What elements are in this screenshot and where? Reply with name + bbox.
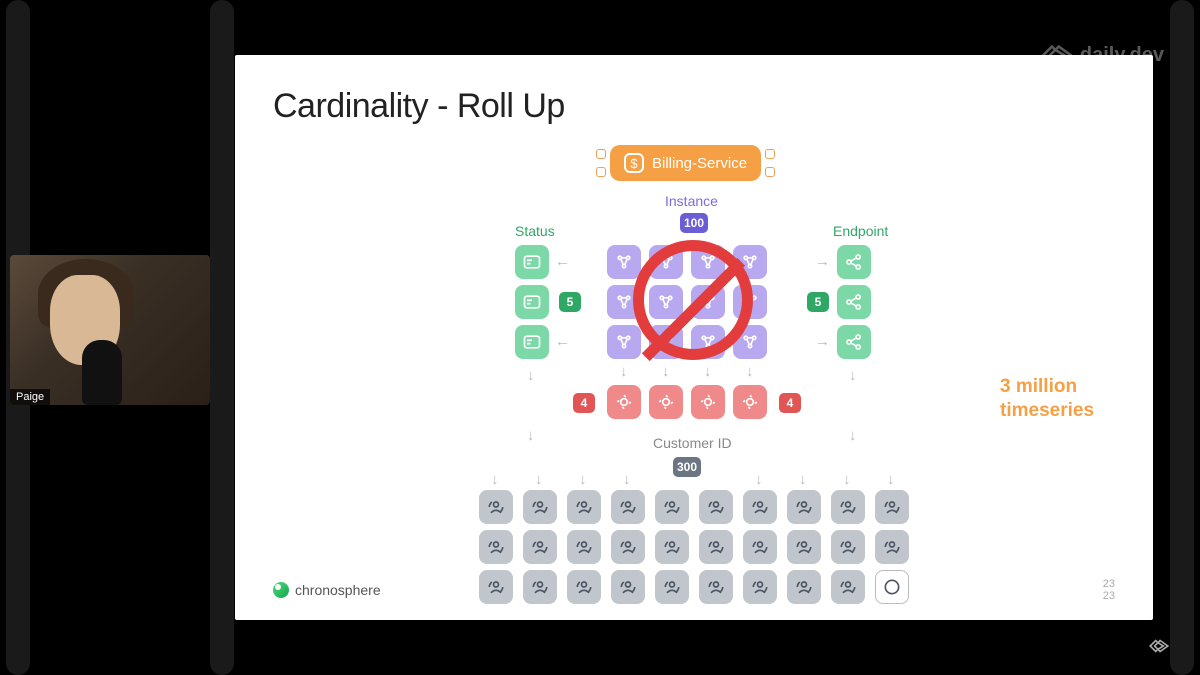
status-cell	[515, 325, 549, 359]
customer-cell	[743, 530, 777, 564]
region-right-badge: 4	[779, 393, 801, 413]
instance-count-badge: 100	[680, 213, 708, 233]
endpoint-cell	[837, 285, 871, 319]
customer-cell	[523, 490, 557, 524]
presenter-webcam: Paige	[10, 255, 210, 405]
customer-cell	[523, 530, 557, 564]
service-label: Billing-Service	[652, 155, 747, 172]
instance-label: Instance	[665, 193, 718, 209]
region-cell	[691, 385, 725, 419]
status-count-badge: 5	[559, 292, 581, 312]
chronosphere-label: chronosphere	[295, 582, 381, 598]
customer-count-badge: 300	[673, 457, 701, 477]
endpoint-cell	[837, 325, 871, 359]
customer-cell	[655, 490, 689, 524]
customer-cell	[567, 490, 601, 524]
customer-cell	[479, 530, 513, 564]
customer-cell	[831, 530, 865, 564]
customer-cell	[567, 530, 601, 564]
customer-cell	[787, 490, 821, 524]
customer-cell	[479, 490, 513, 524]
cardinality-diagram: $ Billing-Service Instance Status Endpoi…	[455, 145, 975, 585]
customer-cell	[875, 490, 909, 524]
page-number: 2323	[1103, 578, 1115, 602]
presenter-name-tag: Paige	[10, 389, 50, 405]
presentation-slide: Cardinality - Roll Up $ Billing-Service …	[235, 55, 1153, 620]
endpoint-cell	[837, 245, 871, 279]
region-left-badge: 4	[573, 393, 595, 413]
instance-cell	[607, 325, 641, 359]
customer-cell	[875, 530, 909, 564]
region-cell	[733, 385, 767, 419]
customer-cell	[611, 530, 645, 564]
customer-cell	[743, 490, 777, 524]
dollar-gear-icon: $	[624, 153, 644, 173]
prohibition-icon	[633, 240, 753, 360]
customer-cell	[787, 530, 821, 564]
service-box: $ Billing-Service	[610, 145, 761, 181]
endpoint-count-badge: 5	[807, 292, 829, 312]
customer-cell	[655, 530, 689, 564]
region-cell	[649, 385, 683, 419]
status-label: Status	[515, 223, 555, 239]
slide-title: Cardinality - Roll Up	[273, 87, 1115, 126]
customer-label: Customer ID	[653, 435, 732, 451]
chronosphere-logo: chronosphere	[273, 582, 381, 598]
callout-text: 3 million timeseries	[1000, 375, 1110, 423]
customer-cell	[831, 490, 865, 524]
corner-logo-icon	[1148, 635, 1170, 657]
status-cell	[515, 245, 549, 279]
customer-cell	[699, 490, 733, 524]
region-cell	[607, 385, 641, 419]
customer-cell	[699, 530, 733, 564]
status-cell	[515, 285, 549, 319]
instance-cell	[607, 245, 641, 279]
endpoint-label: Endpoint	[833, 223, 888, 239]
chronosphere-icon	[273, 582, 289, 598]
customer-cell	[611, 490, 645, 524]
